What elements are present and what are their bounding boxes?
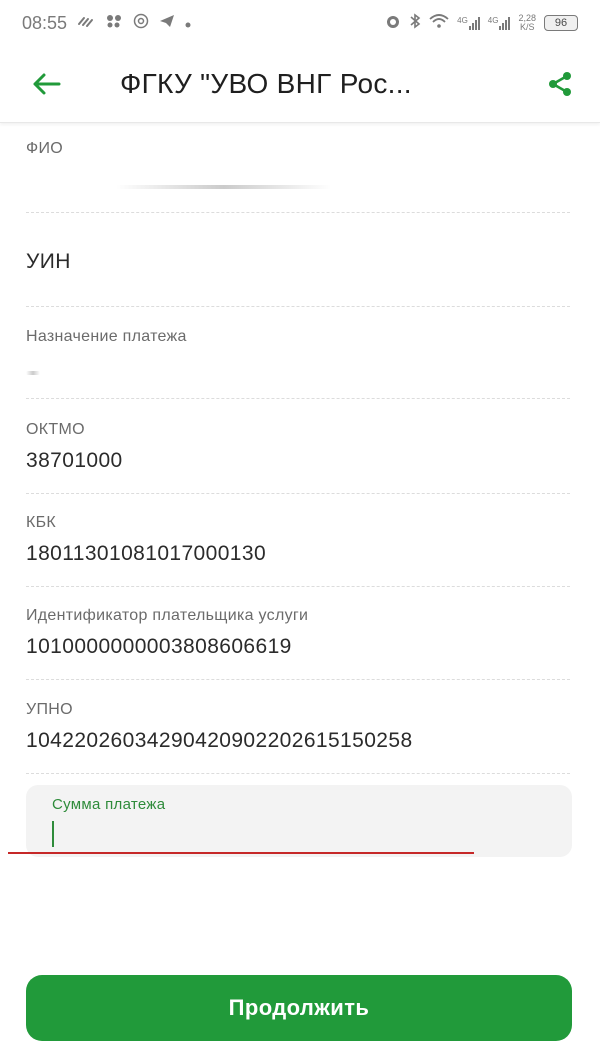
network-type-label: 4G bbox=[487, 16, 499, 25]
kbk-field: КБК 18011301081017000130 bbox=[26, 514, 570, 587]
kbk-label: КБК bbox=[26, 514, 57, 531]
status-right: 4G 4G 2,28 K/S 96 bbox=[385, 13, 578, 33]
payment-amount-input[interactable]: Сумма платежа bbox=[26, 785, 572, 857]
network-speed: 2,28 K/S bbox=[518, 14, 536, 32]
kbk-value: 18011301081017000130 bbox=[26, 542, 267, 565]
signal-icon: 4G bbox=[488, 16, 511, 30]
fio-label: ФИО bbox=[26, 140, 64, 157]
oktmo-field: ОКТМО 38701000 bbox=[26, 421, 570, 494]
status-time: 08:55 bbox=[22, 12, 68, 33]
payer-id-value: 1010000000003808606619 bbox=[26, 635, 292, 658]
back-arrow-icon bbox=[33, 73, 61, 95]
share-icon bbox=[549, 72, 571, 96]
network-type-label: 4G bbox=[457, 16, 468, 25]
redacted-mark bbox=[116, 185, 331, 189]
oktmo-label: ОКТМО bbox=[26, 421, 85, 438]
app-header: ФГКУ "УВО ВНГ Рос... bbox=[0, 46, 600, 123]
alarm-icon bbox=[385, 13, 401, 33]
status-left: 08:55 bbox=[22, 13, 191, 34]
upno-label: УПНО bbox=[26, 701, 73, 718]
app-icon bbox=[105, 14, 123, 32]
back-button[interactable] bbox=[28, 66, 64, 102]
battery-indicator: 96 bbox=[544, 15, 578, 31]
page-title: ФГКУ "УВО ВНГ Рос... bbox=[120, 68, 412, 99]
fio-field: ФИО bbox=[26, 140, 570, 213]
telegram-icon bbox=[159, 14, 175, 32]
purpose-label: Назначение платежа bbox=[26, 328, 187, 345]
signal-icon: 4G bbox=[457, 16, 480, 30]
purpose-field: Назначение платежа bbox=[26, 328, 570, 399]
network-speed-unit: K/S bbox=[519, 22, 535, 32]
upno-value: 10422026034290420902202615150258 bbox=[26, 729, 413, 752]
share-button[interactable] bbox=[542, 66, 578, 102]
oktmo-value: 38701000 bbox=[26, 449, 123, 472]
link-icon bbox=[77, 14, 95, 32]
payer-id-field: Идентификатор плательщика услуги 1010000… bbox=[26, 607, 570, 680]
status-bar: 08:55 4G 4G 2,28 K/S 96 bbox=[0, 0, 600, 46]
bluetooth-icon bbox=[409, 13, 421, 33]
uin-label: УИН bbox=[26, 250, 71, 273]
text-cursor bbox=[52, 821, 54, 847]
dot-icon bbox=[185, 15, 191, 32]
redacted-mark bbox=[26, 371, 40, 375]
red-annotation-line bbox=[8, 852, 474, 854]
payer-id-label: Идентификатор плательщика услуги bbox=[26, 607, 309, 624]
at-icon bbox=[133, 13, 149, 33]
upno-field: УПНО 10422026034290420902202615150258 bbox=[26, 701, 570, 774]
payment-amount-label: Сумма платежа bbox=[52, 796, 166, 813]
uin-field: УИН bbox=[26, 250, 570, 307]
wifi-icon bbox=[429, 14, 449, 32]
continue-button[interactable]: Продолжить bbox=[26, 975, 572, 1041]
